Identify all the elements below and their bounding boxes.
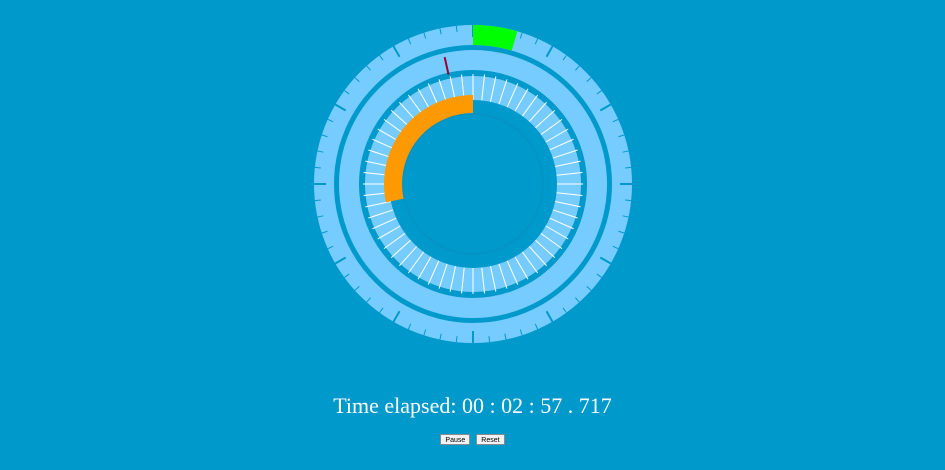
outer-tick [625, 199, 632, 202]
elapsed-minutes: 02 [501, 393, 524, 418]
outer-tick [455, 336, 458, 343]
elapsed-seconds: 57 [540, 393, 563, 418]
outer-tick [625, 166, 632, 169]
center-guide-circle [402, 113, 544, 255]
ms-separator: . [567, 393, 574, 418]
reset-button[interactable]: Reset [476, 434, 505, 445]
elapsed-time-display: Time elapsed: 00 : 02 : 57 . 717 [0, 391, 945, 421]
outer-tick [455, 25, 458, 32]
separator-1: : [489, 393, 496, 418]
elapsed-label: Time elapsed: [333, 393, 457, 418]
stopwatch-app: Time elapsed: 00 : 02 : 57 . 717 Pause R… [0, 0, 945, 470]
control-bar: Pause Reset [0, 434, 945, 445]
elapsed-hours: 00 [461, 393, 484, 418]
elapsed-milliseconds: 717 [578, 393, 612, 418]
outer-tick [314, 166, 321, 169]
pause-button[interactable]: Pause [440, 434, 471, 445]
inner-ring [365, 76, 581, 292]
outer-tick [488, 336, 491, 343]
separator-2: : [528, 393, 535, 418]
outer-tick [314, 199, 321, 202]
minute-progress-arc [472, 25, 518, 51]
